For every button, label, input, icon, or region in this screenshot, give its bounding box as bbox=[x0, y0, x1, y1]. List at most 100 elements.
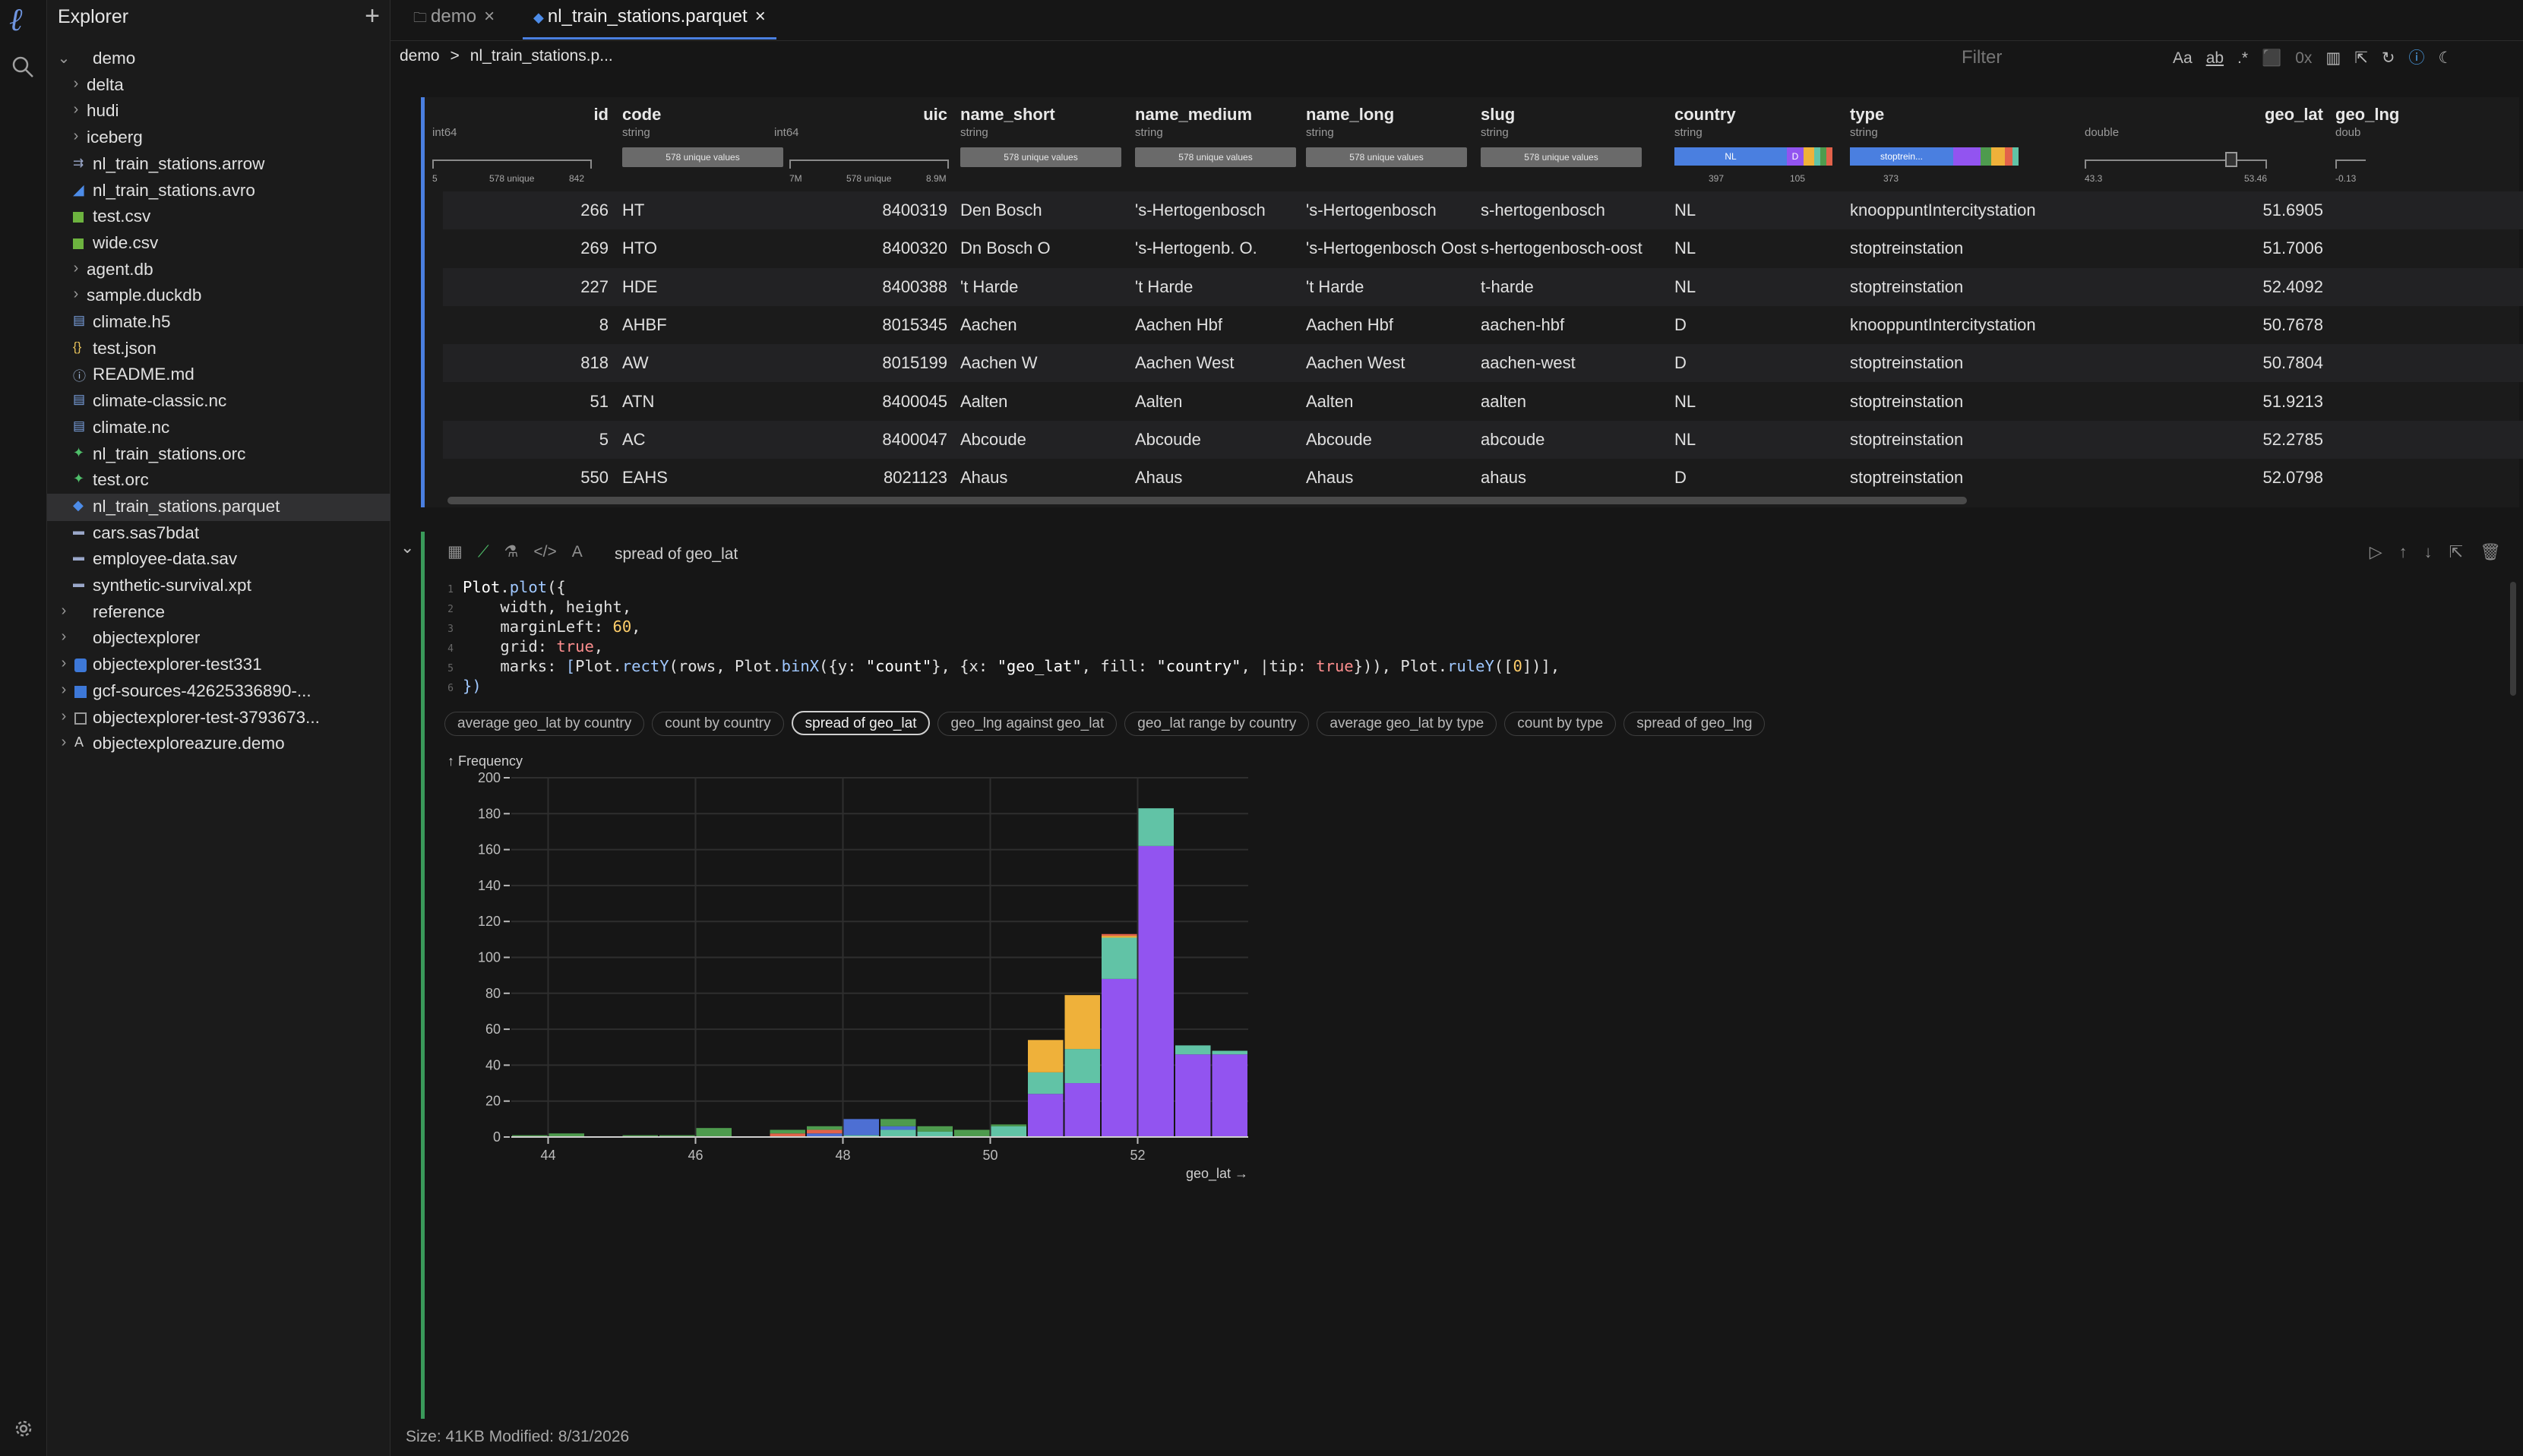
export-icon[interactable]: ⇱ bbox=[2449, 542, 2463, 562]
regex-icon[interactable]: .* bbox=[2237, 49, 2248, 68]
move-down-icon[interactable]: ↓ bbox=[2424, 542, 2433, 562]
range-histogram[interactable] bbox=[789, 159, 949, 169]
tree-item[interactable]: › iceberg bbox=[47, 125, 390, 152]
unique-values-bar[interactable]: 578 unique values bbox=[960, 147, 1121, 167]
category-segment[interactable] bbox=[1991, 147, 2005, 166]
chevron-right-icon[interactable]: › bbox=[68, 75, 84, 95]
category-segment[interactable]: stoptrein... bbox=[1850, 147, 1953, 166]
suggestion-chip[interactable]: average geo_lat by type bbox=[1317, 712, 1497, 736]
columns-icon[interactable]: ▥ bbox=[2325, 49, 2341, 68]
suggestion-chip[interactable]: count by type bbox=[1504, 712, 1617, 736]
table-row[interactable]: 5 AC 8400047 Abcoude Abcoude Abcoude abcoude NL… bbox=[443, 420, 2523, 459]
chevron-right-icon[interactable]: › bbox=[68, 260, 84, 280]
tree-item[interactable]: {} test.json bbox=[47, 336, 390, 363]
category-segment[interactable] bbox=[2005, 147, 2012, 166]
range-histogram[interactable] bbox=[432, 159, 592, 169]
range-handle[interactable] bbox=[2225, 152, 2237, 167]
tree-item[interactable]: › Aobjectexploreazure.demo bbox=[47, 731, 390, 758]
text-icon[interactable]: A bbox=[572, 543, 583, 561]
flask-icon[interactable]: ⚗ bbox=[504, 542, 519, 561]
tab-demo[interactable]: 🗀 demo × bbox=[413, 0, 495, 39]
unique-values-bar[interactable]: 578 unique values bbox=[1306, 147, 1467, 167]
code-icon[interactable]: </> bbox=[533, 543, 556, 561]
table-row[interactable]: 51 ATN 8400045 Aalten Aalten Aalten aalten NL st… bbox=[443, 383, 2523, 421]
suggestion-chip[interactable]: spread of geo_lng bbox=[1624, 712, 1766, 736]
range-histogram[interactable] bbox=[2335, 159, 2366, 169]
chevron-right-icon[interactable]: › bbox=[56, 708, 71, 728]
category-segment[interactable] bbox=[1953, 147, 1981, 166]
category-segment[interactable]: D bbox=[1787, 147, 1804, 166]
category-segment[interactable] bbox=[2012, 147, 2019, 166]
range-histogram[interactable] bbox=[2085, 159, 2267, 169]
close-icon[interactable]: × bbox=[755, 6, 766, 27]
category-segment[interactable]: NL bbox=[1674, 147, 1787, 166]
tree-item[interactable]: › hudi bbox=[47, 98, 390, 125]
suggestion-chip[interactable]: geo_lng against geo_lat bbox=[937, 712, 1118, 736]
tab-nl-train-stations-parquet[interactable]: ◆ nl_train_stations.parquet × bbox=[523, 0, 776, 39]
histogram-chart[interactable]: 0 20 40 60 80 100 120 140 160 180 200 44 46 48 50 52 ↑ F… bbox=[441, 744, 1277, 1185]
theme-moon-icon[interactable]: ☾ bbox=[2438, 49, 2452, 68]
suggestion-chip[interactable]: count by country bbox=[652, 712, 784, 736]
horizontal-scrollbar[interactable] bbox=[447, 497, 1967, 504]
chevron-right-icon[interactable]: › bbox=[68, 101, 84, 121]
info-icon[interactable]: ⓘ bbox=[2408, 46, 2424, 68]
table-row[interactable]: 227 HDE 8400388 't Harde 't Harde 't Harde t-h… bbox=[443, 267, 2523, 306]
breadcrumb-item[interactable]: nl_train_stations.p... bbox=[470, 47, 613, 65]
tree-item[interactable]: test.csv bbox=[47, 204, 390, 231]
match-word-icon[interactable]: ab bbox=[2206, 49, 2224, 68]
tree-item[interactable]: › sample.duckdb bbox=[47, 283, 390, 310]
tree-item[interactable]: ⇉ nl_train_stations.arrow bbox=[47, 151, 390, 178]
settings-gear-icon[interactable] bbox=[12, 1417, 35, 1440]
collapse-chevron-icon[interactable]: ⌄ bbox=[400, 538, 414, 557]
table-view-icon[interactable]: ▦ bbox=[447, 542, 463, 561]
tree-item[interactable]: › reference bbox=[47, 599, 390, 627]
table-row[interactable]: 550 EAHS 8021123 Ahaus Ahaus Ahaus ahaus Dstopt… bbox=[443, 459, 2523, 497]
code-editor[interactable]: 1 Plot.plot({2 width, height, 3 marginLeft… bbox=[438, 577, 2520, 699]
unique-values-bar[interactable]: 578 unique values bbox=[1481, 147, 1642, 167]
chevron-right-icon[interactable]: › bbox=[68, 128, 84, 147]
chevron-right-icon[interactable]: › bbox=[56, 734, 71, 753]
table-row[interactable]: 269 HTO 8400320 Dn Bosch O 's-Hertogenb. O. '… bbox=[443, 229, 2523, 267]
table-row[interactable]: 818 AW 8015199 Aachen W Aachen West Aachen We… bbox=[443, 344, 2523, 383]
chevron-right-icon[interactable]: › bbox=[56, 655, 71, 674]
category-segment[interactable] bbox=[1981, 147, 1991, 166]
tree-item[interactable]: ◢ nl_train_stations.avro bbox=[47, 178, 390, 205]
suggestion-chip[interactable]: average geo_lat by country bbox=[444, 712, 645, 736]
chevron-right-icon[interactable]: › bbox=[56, 681, 71, 701]
delete-icon[interactable]: 🗑 bbox=[2480, 542, 2501, 562]
tree-item[interactable]: ▬ employee-data.sav bbox=[47, 546, 390, 573]
tree-item[interactable]: ⌄ demo bbox=[47, 46, 390, 73]
run-icon[interactable]: ▷ bbox=[2370, 542, 2382, 562]
tree-item[interactable]: ▤ climate-classic.nc bbox=[47, 388, 390, 415]
tree-item[interactable]: › gcf-sources-42625336890-... bbox=[47, 678, 390, 706]
tree-item[interactable]: ▬ cars.sas7bdat bbox=[47, 520, 390, 548]
category-segment[interactable] bbox=[1814, 147, 1820, 166]
close-icon[interactable]: × bbox=[484, 6, 495, 27]
chevron-right-icon[interactable]: › bbox=[56, 628, 71, 648]
table-row[interactable]: 8 AHBF 8015345 Aachen Aachen Hbf Aachen Hbf aa… bbox=[443, 306, 2523, 344]
tree-item[interactable]: wide.csv bbox=[47, 230, 390, 257]
filter-input[interactable] bbox=[1962, 44, 2129, 71]
tree-item[interactable]: › objectexplorer bbox=[47, 625, 390, 652]
tree-item[interactable]: ✦ nl_train_stations.orc bbox=[47, 441, 390, 469]
chevron-down-icon[interactable]: ⌄ bbox=[56, 49, 71, 68]
move-up-icon[interactable]: ↑ bbox=[2399, 542, 2408, 562]
category-segment[interactable] bbox=[1826, 147, 1832, 166]
export-icon[interactable]: ⇱ bbox=[2354, 49, 2368, 68]
hex-icon[interactable]: 0x bbox=[2295, 49, 2312, 68]
suggestion-chip[interactable]: spread of geo_lat bbox=[791, 711, 931, 735]
tree-item[interactable]: ▤ climate.nc bbox=[47, 415, 390, 442]
tree-item[interactable]: ✦ test.orc bbox=[47, 467, 390, 494]
chart-view-icon[interactable]: ⟋ bbox=[478, 543, 489, 561]
chevron-right-icon[interactable]: › bbox=[56, 602, 71, 622]
tree-item[interactable]: ▤ climate.h5 bbox=[47, 309, 390, 336]
suggestion-chip[interactable]: geo_lat range by country bbox=[1124, 712, 1310, 736]
tree-item[interactable]: › objectexplorer-test-3793673... bbox=[47, 705, 390, 732]
tree-item[interactable]: › objectexplorer-test331 bbox=[47, 652, 390, 679]
tree-item[interactable]: › delta bbox=[47, 72, 390, 99]
column-header-geo_lat[interactable]: geo_lat double bbox=[2085, 105, 2323, 190]
tree-item[interactable]: › agent.db bbox=[47, 257, 390, 284]
tree-item[interactable]: ◆ nl_train_stations.parquet bbox=[47, 493, 390, 521]
chevron-right-icon[interactable]: › bbox=[68, 286, 84, 305]
table-row[interactable]: 266 HT 8400319 Den Bosch 's-Hertogenbosch 's-… bbox=[443, 191, 2523, 229]
